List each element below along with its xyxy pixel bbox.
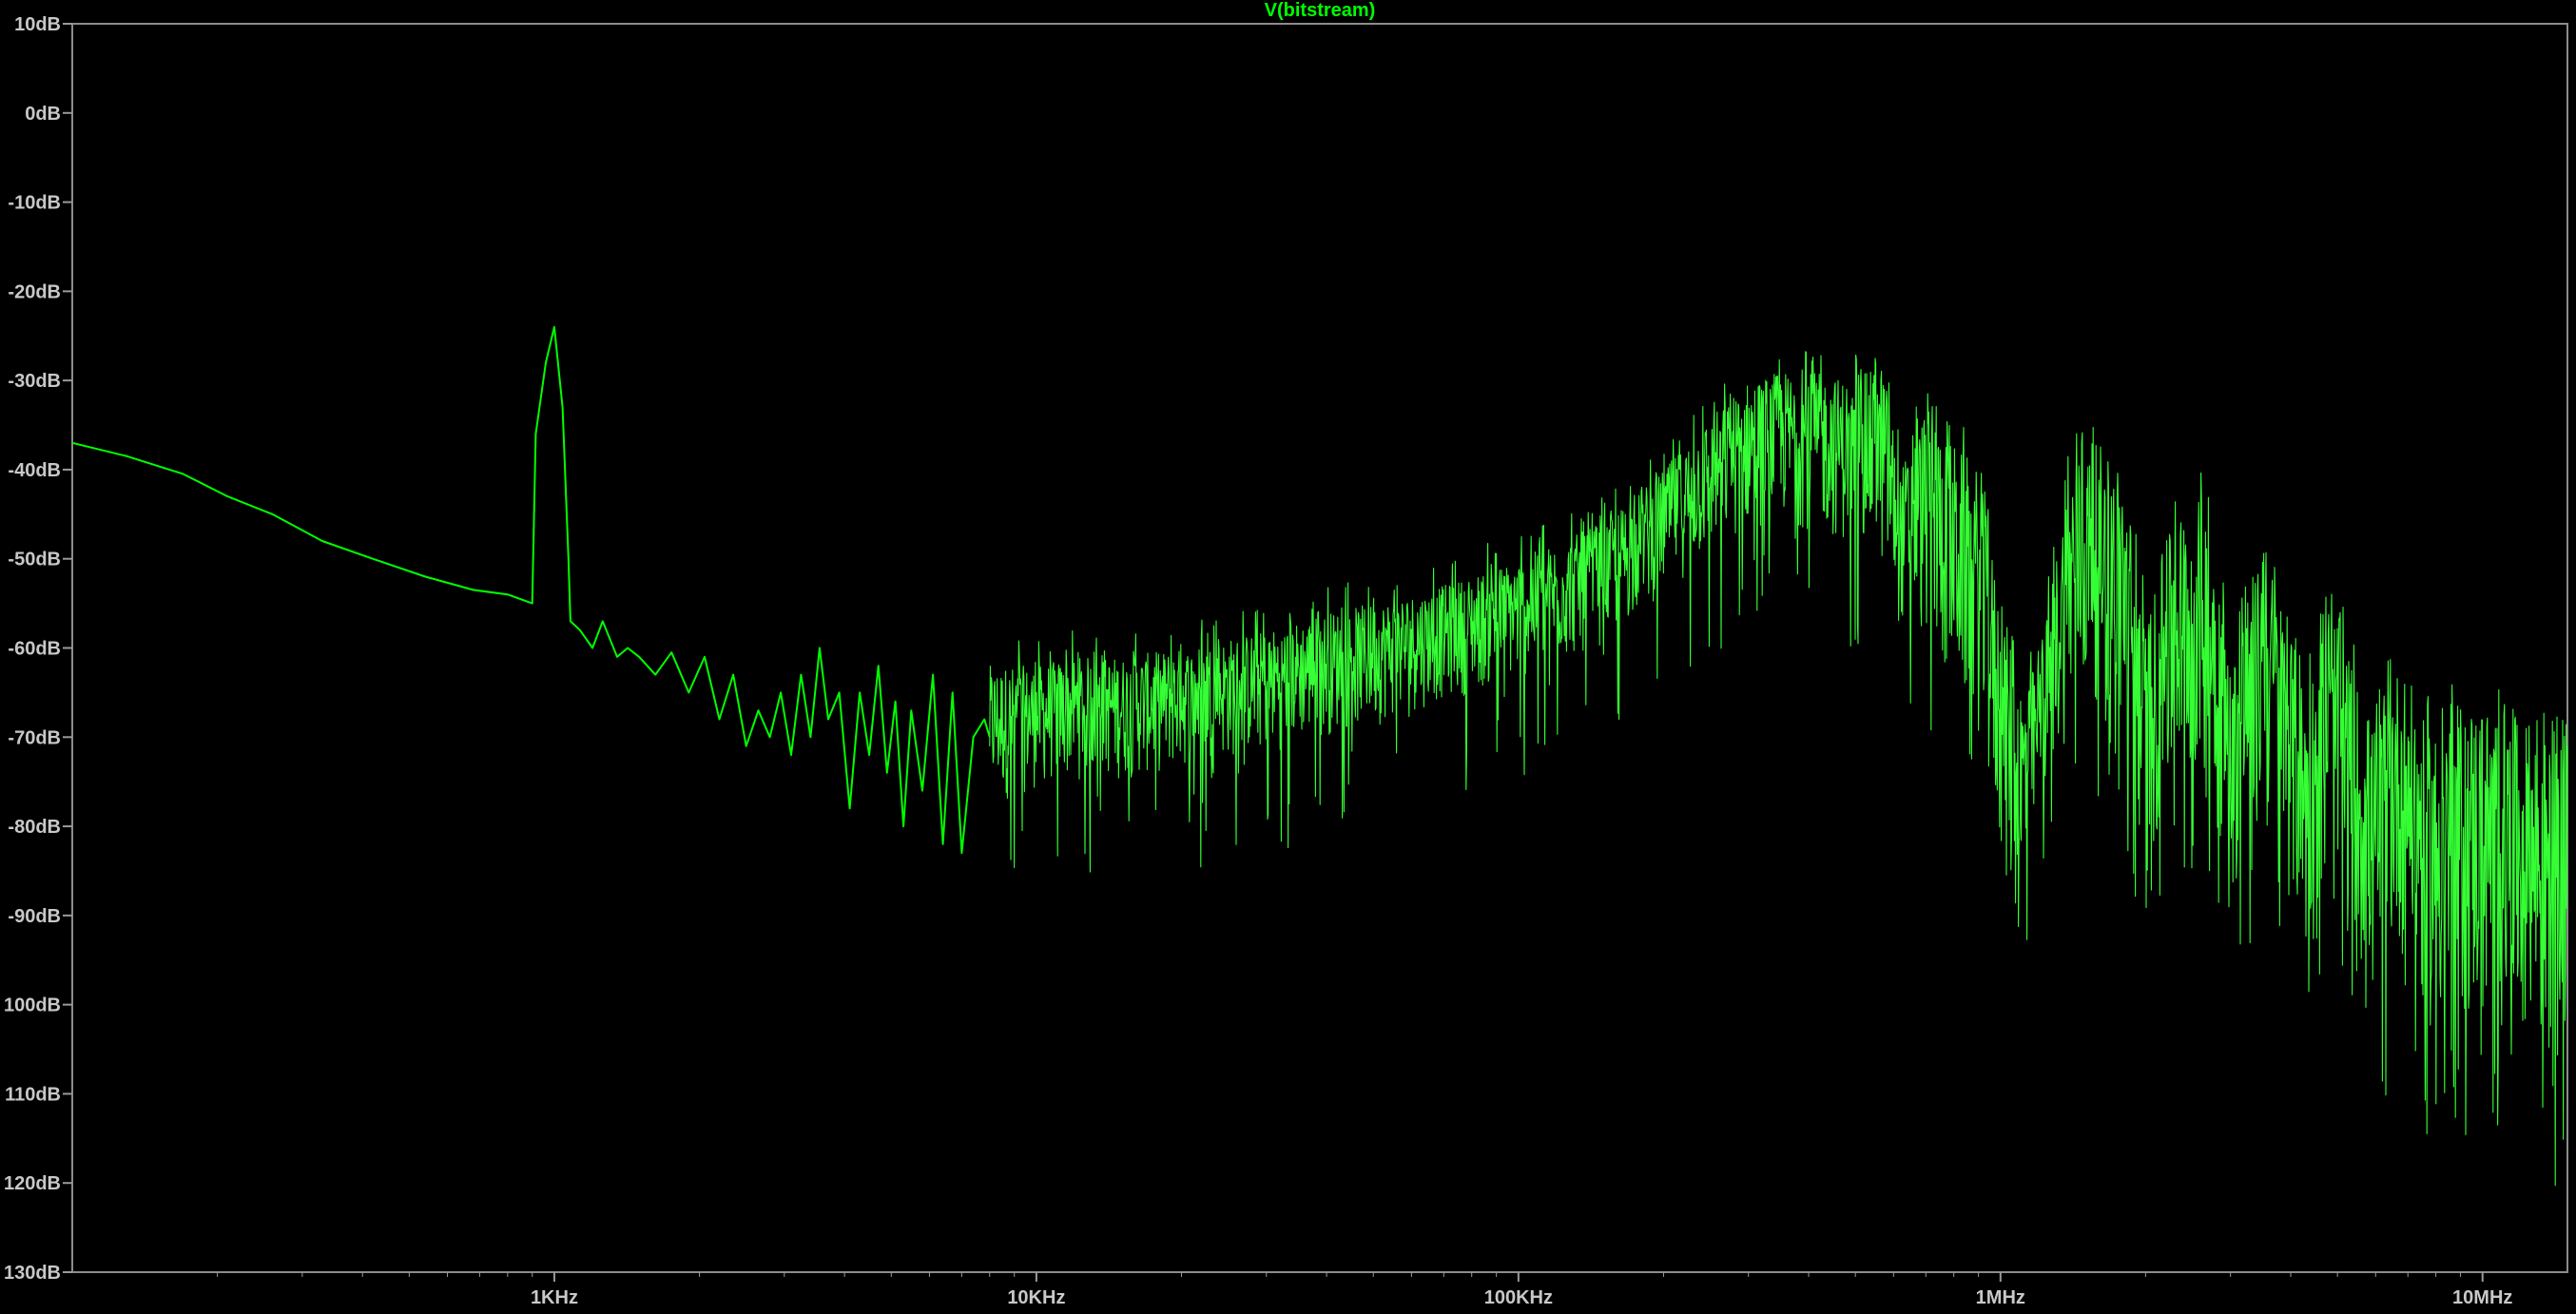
y-tick-label: 0dB (25, 104, 61, 125)
x-tick-label: 100KHz (1484, 1287, 1553, 1308)
y-tick-label: -10dB (8, 193, 61, 214)
trace-title: V(bitstream) (1265, 0, 1376, 21)
y-tick-label: -20dB (8, 281, 61, 302)
y-tick-label: -80dB (8, 817, 61, 838)
x-tick-label: 10MHz (2452, 1287, 2512, 1308)
y-tick-label: -50dB (8, 550, 61, 570)
x-tick-label: 1KHz (531, 1287, 578, 1308)
series-line-v-bitstream (71, 325, 991, 855)
y-tick-label: -30dB (8, 371, 61, 392)
y-tick-label: 120dB (4, 1173, 61, 1194)
plot-window: V(bitstream) 10dB 0dB -10dB -20dB -30dB -40dB -… (0, 0, 2576, 1314)
y-tick-label: -70dB (8, 727, 61, 748)
y-tick-label: 130dB (4, 1263, 61, 1284)
y-tick-label: 10dB (14, 14, 61, 35)
y-tick-label: 100dB (4, 995, 61, 1016)
noise-band-trace (989, 351, 2568, 1187)
x-tick-label: 1MHz (1976, 1287, 2025, 1308)
y-tick-label: -40dB (8, 460, 61, 481)
y-tick-label: -90dB (8, 906, 61, 927)
y-tick-label: 110dB (5, 1084, 61, 1105)
y-tick-label: -60dB (8, 639, 61, 660)
x-tick-label: 10KHz (1007, 1287, 1065, 1308)
spectrum-chart: V(bitstream) 10dB 0dB -10dB -20dB -30dB -40dB -… (4, 0, 2568, 1308)
